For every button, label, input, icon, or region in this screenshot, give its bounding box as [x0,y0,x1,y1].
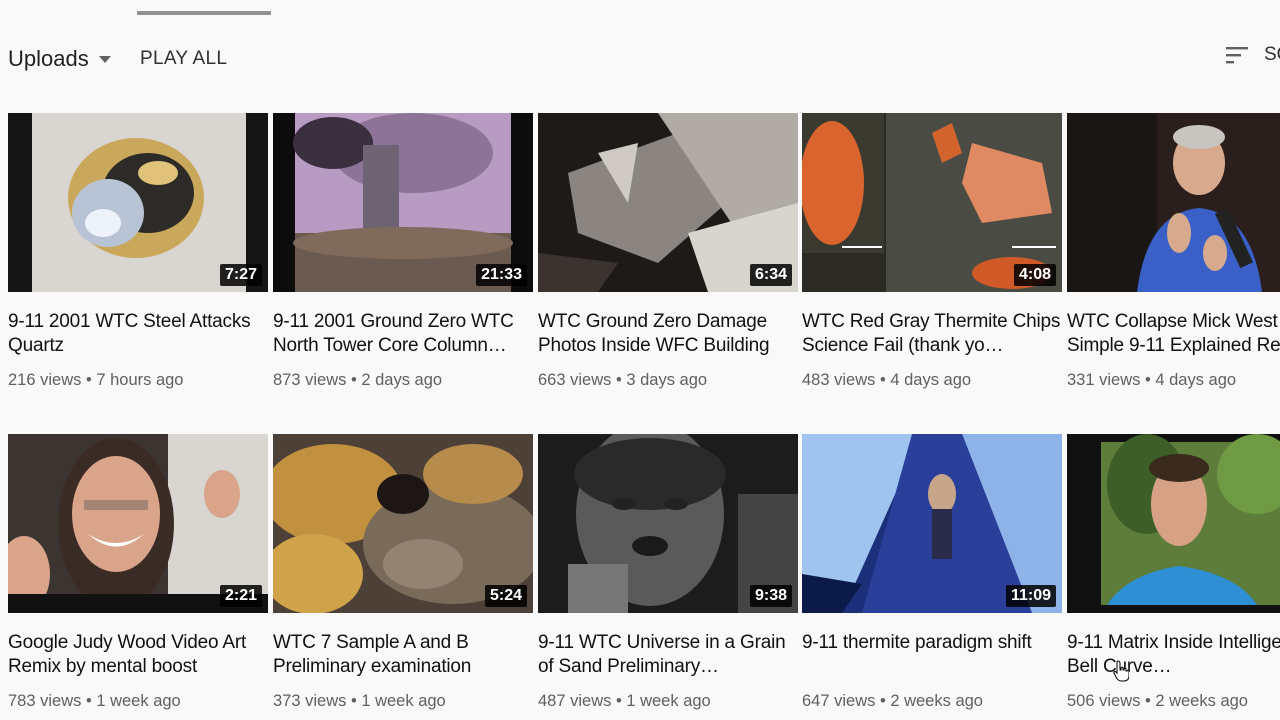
man-blue-shirt-thumbnail [1067,113,1280,292]
video-card[interactable]: 21:33 9-11 2001 Ground Zero WTC North To… [273,113,533,390]
video-title[interactable]: 9-11 2001 WTC Steel Attacks Quartz [8,310,268,358]
video-thumbnail[interactable]: 5:24 [273,434,533,613]
video-title[interactable]: 9-11 WTC Universe in a Grain of Sand Pre… [538,631,798,679]
video-duration: 7:27 [219,264,262,286]
upload-age: 1 week ago [626,692,711,710]
view-count: 373 views [273,692,347,710]
video-duration: 6:34 [749,264,792,286]
video-title[interactable]: Google Judy Wood Video Art Remix by ment… [8,631,268,679]
upload-age: 2 days ago [361,371,443,389]
video-card[interactable]: 5:24 WTC 7 Sample A and B Preliminary ex… [273,434,533,711]
video-meta: 647 views • 2 weeks ago [802,692,1062,711]
video-title[interactable]: 9-11 2001 Ground Zero WTC North Tower Co… [273,310,533,358]
video-card[interactable]: 2:21 Google Judy Wood Video Art Remix by… [8,434,268,711]
play-all-button[interactable]: PLAY ALL [140,48,227,70]
video-meta: 506 views • 2 weeks ago [1067,692,1280,711]
meta-separator: • [611,371,627,389]
video-meta: 873 views • 2 days ago [273,371,533,390]
video-meta: 373 views • 1 week ago [273,692,533,711]
video-thumbnail[interactable] [1067,434,1280,613]
man-outdoors-thumbnail [1067,434,1280,613]
video-title[interactable]: WTC Red Gray Thermite Chips Science Fail… [802,310,1062,358]
upload-age: 3 days ago [626,371,708,389]
sort-icon [1226,47,1248,64]
view-count: 663 views [538,371,612,389]
video-title[interactable]: 9-11 Matrix Inside Intelligence Bell Cur… [1067,631,1280,679]
meta-separator: • [346,692,362,710]
sort-button[interactable]: SO [1226,44,1280,66]
video-meta: 663 views • 3 days ago [538,371,798,390]
video-thumbnail[interactable] [1067,113,1280,292]
video-duration: 9:38 [749,585,792,607]
top-bar [0,0,1280,16]
video-title[interactable]: WTC Ground Zero Damage Photos Inside WFC… [538,310,798,358]
video-meta: 487 views • 1 week ago [538,692,798,711]
upload-age: 2 weeks ago [1155,692,1248,710]
video-card[interactable]: 7:27 9-11 2001 WTC Steel Attacks Quartz … [8,113,268,390]
video-thumbnail[interactable]: 2:21 [8,434,268,613]
view-count: 331 views [1067,371,1141,389]
video-thumbnail[interactable]: 6:34 [538,113,798,292]
video-duration: 2:21 [219,585,262,607]
uploads-dropdown[interactable]: Uploads [8,46,111,72]
video-card[interactable]: 9-11 Matrix Inside Intelligence Bell Cur… [1067,434,1280,711]
meta-separator: • [81,371,97,389]
view-count: 506 views [1067,692,1141,710]
video-thumbnail[interactable]: 21:33 [273,113,533,292]
video-title[interactable]: 9-11 thermite paradigm shift [802,631,1062,679]
video-card[interactable]: 6:34 WTC Ground Zero Damage Photos Insid… [538,113,798,390]
caret-down-icon [98,55,111,63]
upload-age: 2 weeks ago [890,692,983,710]
upload-age: 4 days ago [1155,371,1237,389]
video-thumbnail[interactable]: 9:38 [538,434,798,613]
view-count: 783 views [8,692,82,710]
video-thumbnail[interactable]: 7:27 [8,113,268,292]
video-duration: 11:09 [1005,585,1056,607]
upload-age: 4 days ago [890,371,972,389]
upload-age: 7 hours ago [96,371,184,389]
video-title[interactable]: WTC Collapse Mick West H Simple 9-11 Exp… [1067,310,1280,358]
uploads-toolbar: Uploads PLAY ALL SO [0,38,1280,82]
upload-age: 1 week ago [361,692,446,710]
view-count: 873 views [273,371,347,389]
video-card[interactable]: WTC Collapse Mick West H Simple 9-11 Exp… [1067,113,1280,390]
view-count: 216 views [8,371,82,389]
view-count: 487 views [538,692,612,710]
view-count: 647 views [802,692,876,710]
meta-separator: • [81,692,97,710]
video-card[interactable]: 4:08 WTC Red Gray Thermite Chips Science… [802,113,1062,390]
video-thumbnail[interactable]: 11:09 [802,434,1062,613]
meta-separator: • [1140,371,1156,389]
video-meta: 483 views • 4 days ago [802,371,1062,390]
video-thumbnail[interactable]: 4:08 [802,113,1062,292]
video-title[interactable]: WTC 7 Sample A and B Preliminary examina… [273,631,533,679]
video-meta: 216 views • 7 hours ago [8,371,268,390]
video-meta: 331 views • 4 days ago [1067,371,1280,390]
video-card[interactable]: 11:09 9-11 thermite paradigm shift 647 v… [802,434,1062,711]
uploads-label: Uploads [8,46,89,71]
video-duration: 4:08 [1013,264,1056,286]
meta-separator: • [346,371,362,389]
active-tab-indicator [137,11,271,15]
hand-cursor-icon [1113,660,1129,682]
video-duration: 5:24 [484,585,527,607]
video-card[interactable]: 9:38 9-11 WTC Universe in a Grain of San… [538,434,798,711]
video-meta: 783 views • 1 week ago [8,692,268,711]
meta-separator: • [875,371,891,389]
meta-separator: • [875,692,891,710]
view-count: 483 views [802,371,876,389]
meta-separator: • [1140,692,1156,710]
sort-label: SO [1264,44,1280,65]
video-duration: 21:33 [476,264,527,286]
meta-separator: • [611,692,627,710]
upload-age: 1 week ago [96,692,181,710]
